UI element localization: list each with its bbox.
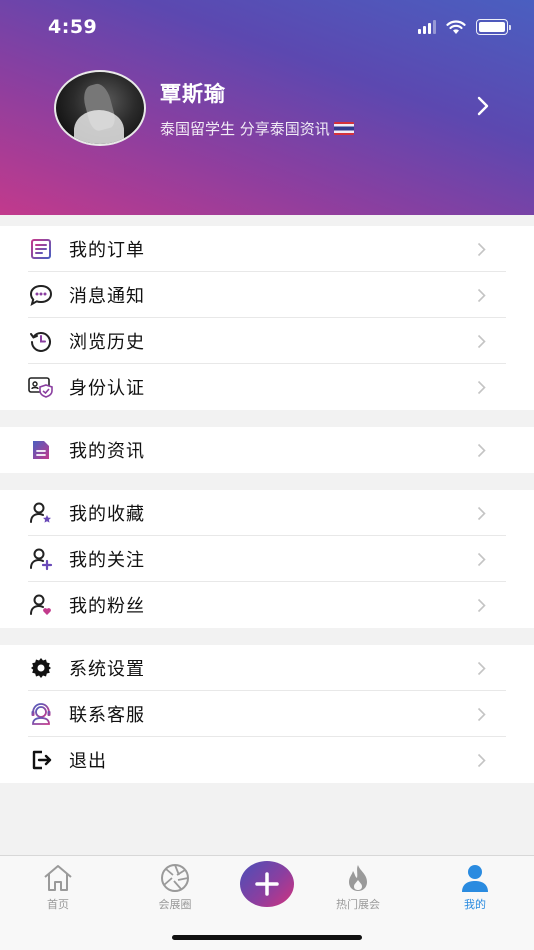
chevron-right-icon: [477, 552, 486, 571]
profile-header: 4:59 覃斯瑜 泰国留学生 分享泰国资讯: [0, 0, 534, 215]
cellular-signal-icon: [418, 20, 436, 34]
menu-item-label: 浏览历史: [69, 332, 145, 353]
chevron-right-icon: [477, 242, 486, 261]
menu-item-label: 我的粉丝: [69, 596, 145, 617]
order-list-icon: [28, 237, 54, 261]
person-icon: [435, 862, 515, 894]
gear-icon: [28, 656, 54, 680]
menu-item-label: 我的订单: [69, 240, 145, 261]
menu-group-social: 我的收藏 我的关注 我的粉丝: [0, 490, 534, 628]
menu-item-customer-service[interactable]: 联系客服: [0, 691, 534, 737]
home-indicator[interactable]: [172, 935, 362, 940]
add-post-button[interactable]: [240, 861, 294, 907]
user-bio: 泰国留学生 分享泰国资讯: [160, 118, 354, 139]
chevron-right-icon: [477, 380, 486, 399]
tab-hot-exhibitions[interactable]: 热门展会: [318, 862, 398, 912]
menu-item-settings[interactable]: 系统设置: [0, 645, 534, 691]
profile-chevron-icon[interactable]: [476, 95, 490, 121]
tab-label: 会展圈: [158, 898, 192, 911]
chevron-right-icon: [477, 506, 486, 525]
menu-item-label: 身份认证: [69, 378, 145, 399]
home-icon: [18, 862, 98, 894]
document-icon: [28, 438, 54, 462]
user-star-icon: [28, 501, 54, 525]
user-bio-text: 泰国留学生 分享泰国资讯: [160, 120, 330, 138]
menu-item-my-news[interactable]: 我的资讯: [0, 427, 534, 473]
menu-item-label: 系统设置: [69, 659, 145, 680]
menu-item-history[interactable]: 浏览历史: [0, 318, 534, 364]
avatar[interactable]: [54, 70, 146, 146]
menu-item-orders[interactable]: 我的订单: [0, 226, 534, 272]
status-icons: [418, 19, 511, 35]
menu-item-label: 消息通知: [69, 286, 145, 307]
battery-icon: [476, 19, 511, 35]
menu-item-label: 联系客服: [69, 705, 145, 726]
message-bubble-icon: [28, 283, 54, 307]
status-time: 4:59: [48, 16, 98, 38]
chevron-right-icon: [477, 661, 486, 680]
user-heart-icon: [28, 593, 54, 617]
id-verification-icon: [28, 375, 54, 399]
wifi-icon: [446, 19, 466, 35]
chevron-right-icon: [477, 598, 486, 617]
tab-exhibition-circle[interactable]: 会展圈: [135, 862, 215, 912]
menu-item-label: 退出: [69, 751, 107, 772]
tab-home[interactable]: 首页: [18, 862, 98, 912]
chevron-right-icon: [477, 443, 486, 462]
menu-item-logout[interactable]: 退出: [0, 737, 534, 783]
logout-icon: [28, 748, 54, 772]
user-plus-icon: [28, 547, 54, 571]
customer-service-icon: [28, 702, 54, 726]
tab-label: 首页: [47, 898, 69, 911]
tab-mine[interactable]: 我的: [435, 862, 515, 912]
chevron-right-icon: [477, 288, 486, 307]
tab-label: 我的: [464, 898, 486, 911]
flame-icon: [318, 862, 398, 894]
menu-group-system: 系统设置 联系客服 退出: [0, 645, 534, 783]
menu-group-content: 我的资讯: [0, 427, 534, 473]
tab-label: 热门展会: [336, 898, 380, 911]
chevron-right-icon: [477, 753, 486, 772]
plus-icon: [255, 872, 279, 896]
menu-item-verification[interactable]: 身份认证: [0, 364, 534, 410]
aperture-icon: [135, 862, 215, 894]
thailand-flag-icon: [333, 122, 354, 135]
history-clock-icon: [28, 329, 54, 353]
menu-item-notifications[interactable]: 消息通知: [0, 272, 534, 318]
user-name[interactable]: 覃斯瑜: [160, 78, 226, 108]
status-bar: 4:59: [0, 0, 534, 56]
menu-item-label: 我的关注: [69, 550, 145, 571]
menu-item-fans[interactable]: 我的粉丝: [0, 582, 534, 628]
menu-group-account: 我的订单 消息通知 浏览历史 身份认证: [0, 226, 534, 410]
menu-item-following[interactable]: 我的关注: [0, 536, 534, 582]
chevron-right-icon: [477, 334, 486, 353]
menu-item-label: 我的收藏: [69, 504, 145, 525]
menu-item-label: 我的资讯: [69, 441, 145, 462]
menu-item-favorites[interactable]: 我的收藏: [0, 490, 534, 536]
chevron-right-icon: [477, 707, 486, 726]
